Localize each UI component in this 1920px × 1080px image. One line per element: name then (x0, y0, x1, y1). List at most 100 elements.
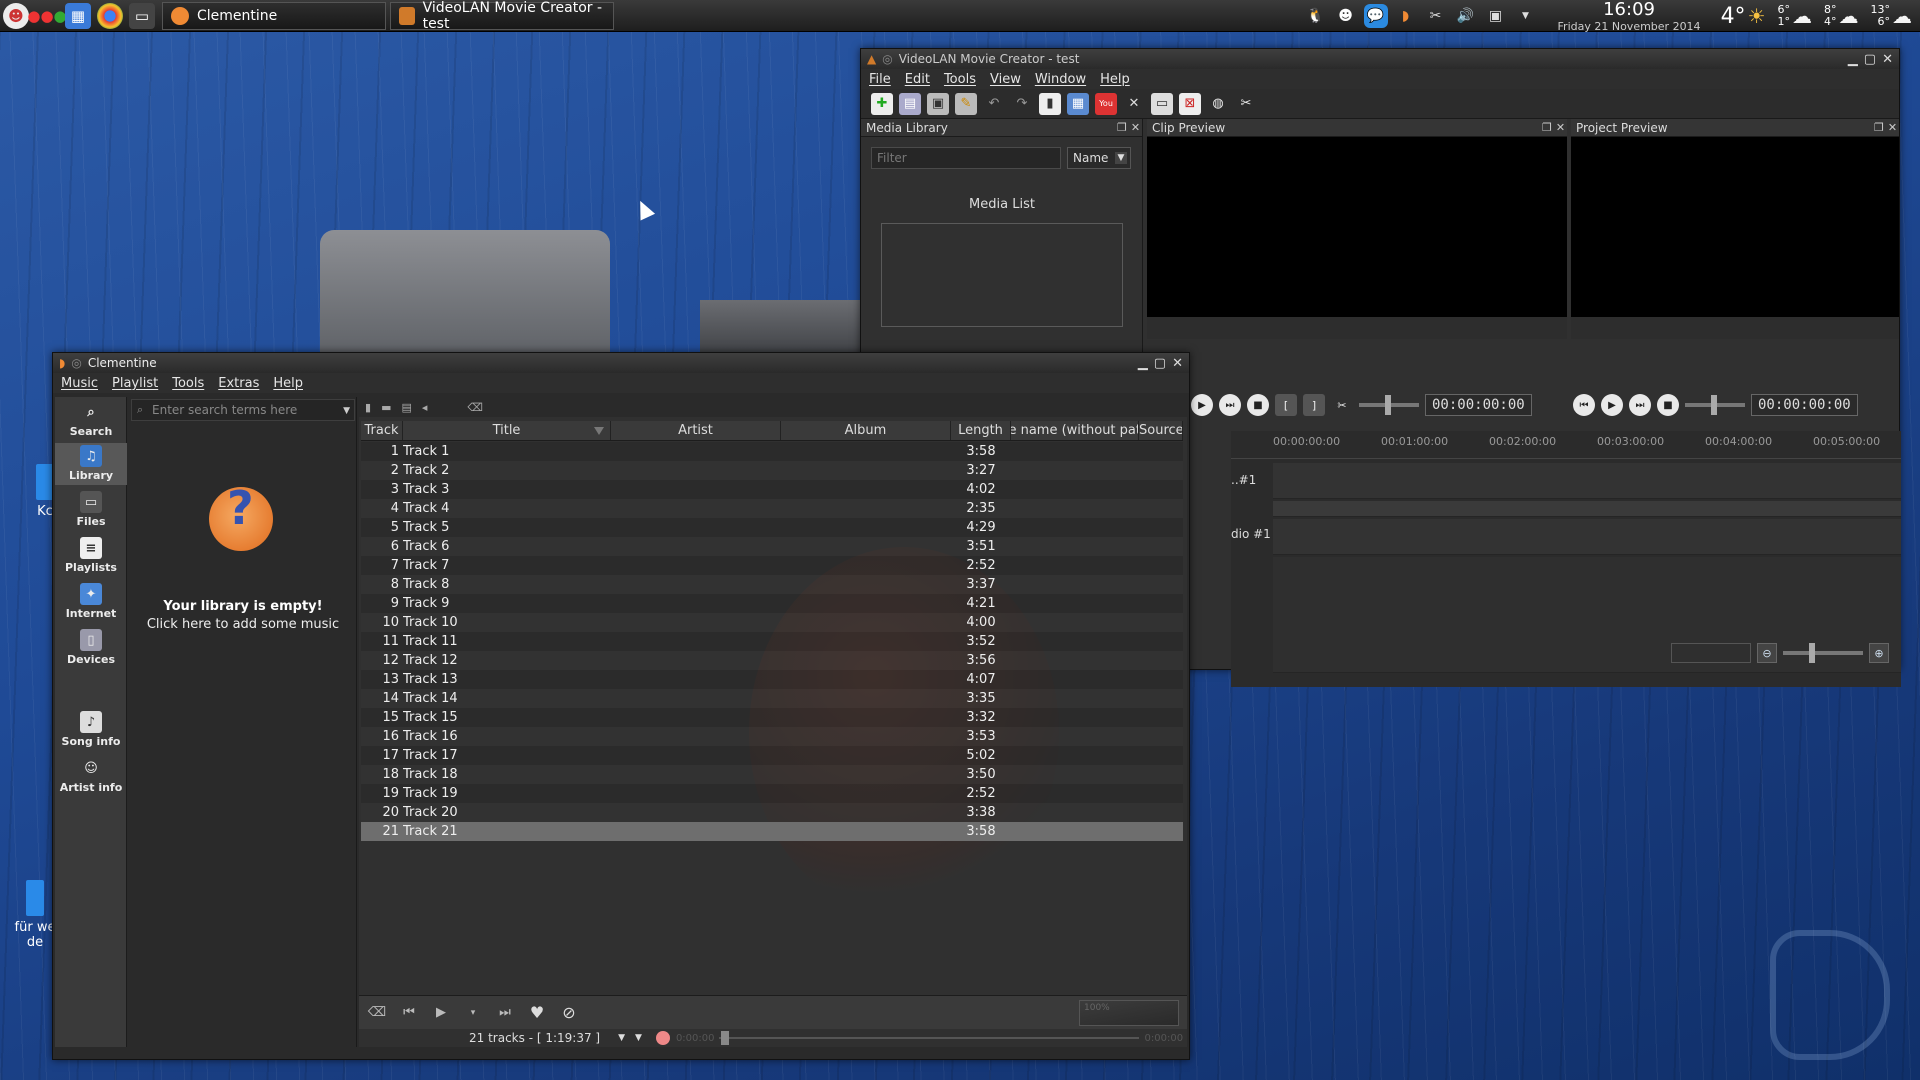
table-row[interactable]: 11 Track 11 3:52 (361, 632, 1183, 651)
clementine-tray-icon[interactable]: ◗ (1394, 4, 1418, 28)
previous-icon[interactable]: ⏮ (399, 1005, 419, 1020)
next-icon[interactable]: ⏭ (495, 1005, 515, 1020)
table-row[interactable]: 3 Track 3 4:02 (361, 480, 1183, 499)
mark-in-icon[interactable]: [ (1275, 394, 1297, 416)
table-row[interactable]: 2 Track 2 3:27 (361, 461, 1183, 480)
table-row[interactable]: 9 Track 9 4:21 (361, 594, 1183, 613)
chevron-down-icon[interactable]: ▼ (1514, 4, 1538, 28)
clip-scrubber[interactable] (1147, 317, 1567, 339)
table-row[interactable]: 10 Track 10 4:00 (361, 613, 1183, 632)
next-frame-icon[interactable]: ⏭ (1219, 394, 1241, 416)
app-menu-icon[interactable]: ☻ (3, 2, 29, 29)
menu-music[interactable]: Music (61, 376, 98, 391)
table-row[interactable]: 8 Track 8 3:37 (361, 575, 1183, 594)
window-dots-icon[interactable]: ● ● ● (27, 3, 66, 29)
chevron-down-icon[interactable]: ▼ (618, 1033, 625, 1043)
chrome-icon[interactable] (97, 2, 123, 29)
table-row[interactable]: 1 Track 1 3:58 (361, 442, 1183, 461)
clear-icon[interactable]: ⌫ (467, 401, 483, 414)
stop-icon[interactable]: ▾ (463, 1008, 483, 1018)
menu-playlist[interactable]: Playlist (112, 376, 158, 391)
table-row[interactable]: 18 Track 18 3:50 (361, 765, 1183, 784)
table-row[interactable]: 6 Track 6 3:51 (361, 537, 1183, 556)
close-icon[interactable]: ✕ (1172, 356, 1183, 371)
undo-icon[interactable]: ↶ (983, 93, 1005, 115)
project-scrubber[interactable] (1571, 317, 1899, 339)
menu-tools[interactable]: Tools (172, 376, 204, 391)
table-row[interactable]: 12 Track 12 3:56 (361, 651, 1183, 670)
table-row[interactable]: 21 Track 21 3:58 (361, 822, 1183, 841)
menu-window[interactable]: Window (1035, 72, 1086, 87)
maximize-icon[interactable]: ▢ (1864, 52, 1876, 67)
column-length[interactable]: Length (951, 421, 1011, 440)
love-icon[interactable]: ♥ (527, 1003, 547, 1022)
project-volume-slider[interactable] (1685, 395, 1745, 415)
sidebar-item-files[interactable]: ▭ Files (55, 489, 127, 531)
cut-icon[interactable]: ✂ (1331, 394, 1353, 416)
maximize-icon[interactable]: ▢ (1154, 356, 1166, 371)
pin-icon[interactable]: ◎ (71, 356, 81, 370)
cut-icon[interactable]: ✂ (1235, 93, 1257, 115)
column-file[interactable]: File name (without path) (1011, 421, 1139, 440)
new-project-icon[interactable]: ✚ (871, 92, 893, 115)
menu-help[interactable]: Help (1100, 72, 1130, 87)
sidebar-item-search[interactable]: ⌕ Search (55, 399, 127, 441)
mouse-icon[interactable]: ◍ (1207, 93, 1229, 115)
table-row[interactable]: 7 Track 7 2:52 (361, 556, 1183, 575)
menu-extras[interactable]: Extras (218, 376, 259, 391)
column-source[interactable]: Source (1139, 421, 1183, 440)
panel-float-close-icon[interactable]: ❐✕ (1874, 121, 1897, 134)
youtube-icon[interactable]: You (1095, 92, 1117, 115)
zoom-out-icon[interactable]: ⊖ (1757, 643, 1777, 663)
render-icon[interactable]: ▦ (1067, 92, 1089, 115)
desktop-icon[interactable]: ▦ (65, 2, 91, 29)
tux-icon[interactable]: 🐧 (1304, 4, 1328, 28)
sidebar-item-playlists[interactable]: ≡ Playlists (55, 535, 127, 577)
save-icon[interactable]: ▣ (927, 92, 949, 115)
clip-volume-slider[interactable] (1359, 395, 1419, 415)
redo-icon[interactable]: ↷ (1011, 93, 1033, 115)
network-icon[interactable]: ▣ (1484, 4, 1508, 28)
table-row[interactable]: 14 Track 14 3:35 (361, 689, 1183, 708)
scissors-icon[interactable]: ✂ (1424, 4, 1448, 28)
ban-icon[interactable]: ⊘ (559, 1003, 579, 1022)
import-icon[interactable]: ▮ (1039, 92, 1061, 115)
video-track-lane[interactable] (1273, 463, 1901, 499)
menu-edit[interactable]: Edit (905, 72, 930, 87)
table-row[interactable]: 17 Track 17 5:02 (361, 746, 1183, 765)
stop-icon[interactable]: ■ (1657, 394, 1679, 416)
library-search-input[interactable]: ⌕ Enter search terms here ▼ (131, 399, 355, 421)
volume-icon[interactable]: 🔊 (1454, 4, 1478, 28)
menu-help[interactable]: Help (273, 376, 303, 391)
empty-library-icon[interactable]: ? (209, 481, 273, 551)
task-clementine[interactable]: Clementine (162, 1, 386, 30)
table-row[interactable]: 19 Track 19 2:52 (361, 784, 1183, 803)
mark-out-icon[interactable]: ] (1303, 394, 1325, 416)
menu-file[interactable]: File (869, 72, 891, 87)
panel-float-close-icon[interactable]: ❐✕ (1117, 121, 1140, 134)
menu-tools[interactable]: Tools (944, 72, 976, 87)
sidebar-item-song-info[interactable]: ♪ Song info (55, 709, 127, 751)
tools-icon[interactable]: ✕ (1123, 93, 1145, 115)
sidebar-item-library[interactable]: ♫ Library (55, 443, 127, 485)
save-as-icon[interactable]: ✎ (955, 92, 977, 115)
play-icon[interactable]: ▶ (431, 1005, 451, 1020)
terminal-icon[interactable]: ▭ (129, 2, 155, 29)
seek-slider[interactable] (718, 1029, 1139, 1047)
panel-float-close-icon[interactable]: ❐✕ (1542, 121, 1565, 134)
weather-widget[interactable]: 4° ☀ 6° 1° ☁ 8° 4° ☁ 13° 6° ☁ (1721, 3, 1912, 28)
sidebar-item-artist-info[interactable]: ☺ Artist info (55, 755, 127, 797)
effects-icon[interactable]: ▭ (1151, 92, 1173, 115)
empty-library-subtitle[interactable]: Click here to add some music (129, 617, 357, 632)
column-artist[interactable]: Artist (611, 421, 781, 440)
close-icon[interactable]: ✕ (1882, 52, 1893, 67)
vlmc-titlebar[interactable]: ▲ ◎ VideoLAN Movie Creator - test ▁ ▢ ✕ (861, 49, 1899, 69)
mascot-icon[interactable]: ☻ (1334, 4, 1358, 28)
lastfm-icon[interactable] (655, 1031, 670, 1045)
sidebar-item-internet[interactable]: ✦ Internet (55, 581, 127, 623)
timeline-ruler[interactable]: 00:00:00:00 00:01:00:00 00:02:00:00 00:0… (1231, 431, 1901, 459)
open-project-icon[interactable]: ▤ (899, 92, 921, 115)
chat-icon[interactable]: 💬 (1363, 4, 1388, 28)
chevron-down-icon[interactable]: ▼ (635, 1033, 642, 1043)
sidebar-item-devices[interactable]: ▯ Devices (55, 627, 127, 669)
